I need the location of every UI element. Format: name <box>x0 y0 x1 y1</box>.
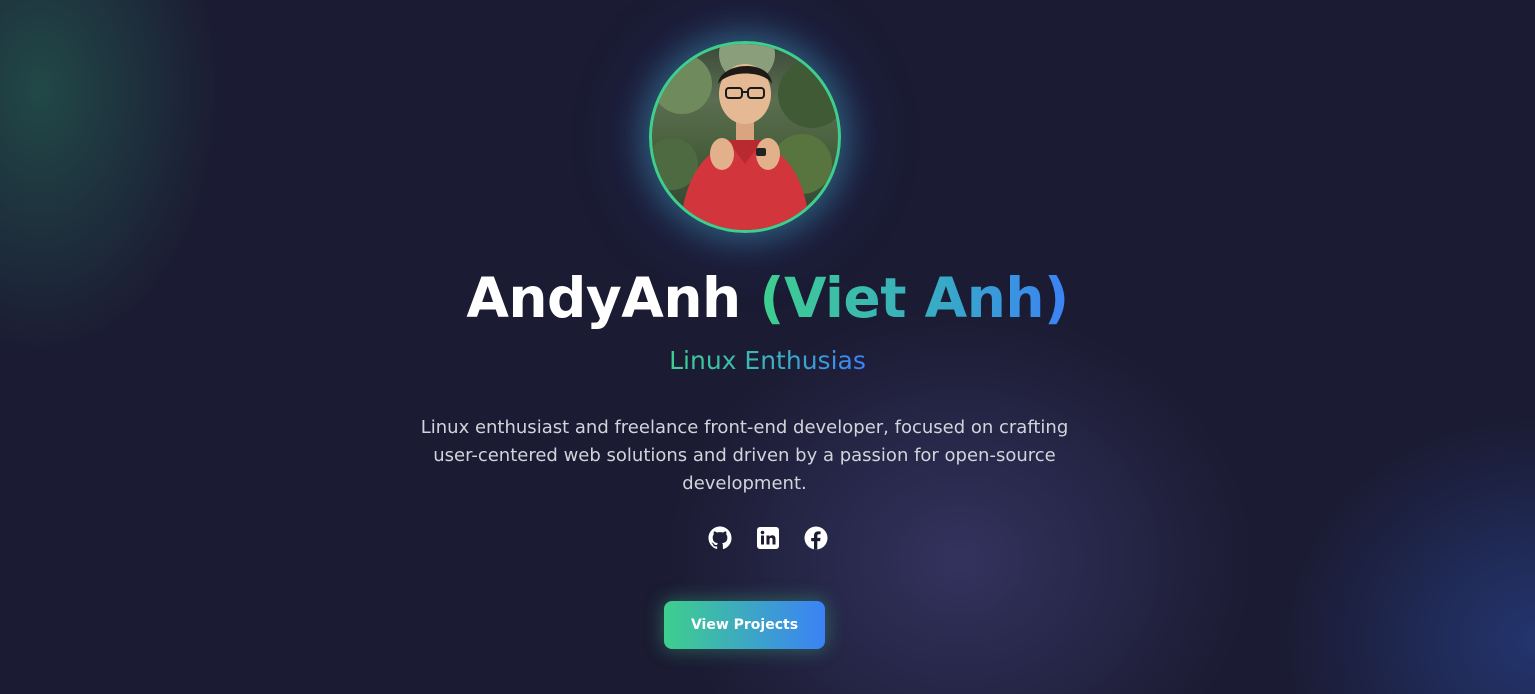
facebook-icon <box>804 526 828 554</box>
avatar <box>649 41 841 233</box>
avatar-photo <box>652 44 838 230</box>
name-secondary: (Viet Anh) <box>759 266 1069 330</box>
role-subtitle: Linux Enthusias <box>0 343 1535 379</box>
view-projects-button[interactable]: View Projects <box>664 601 825 649</box>
social-links <box>0 526 1535 554</box>
linkedin-icon <box>756 526 780 554</box>
page-title: AndyAnh (Viet Anh) <box>0 262 1535 334</box>
role-text: Linux Enthusias <box>669 346 866 375</box>
github-icon <box>708 526 732 554</box>
linkedin-link[interactable] <box>756 526 780 554</box>
avatar-glow <box>649 41 841 233</box>
hero-section: AndyAnh (Viet Anh) Linux Enthusias Linux… <box>0 0 1535 694</box>
bio-text: Linux enthusiast and freelance front-end… <box>420 417 1069 494</box>
facebook-link[interactable] <box>804 526 828 554</box>
github-link[interactable] <box>708 526 732 554</box>
name-primary: AndyAnh <box>466 266 741 330</box>
